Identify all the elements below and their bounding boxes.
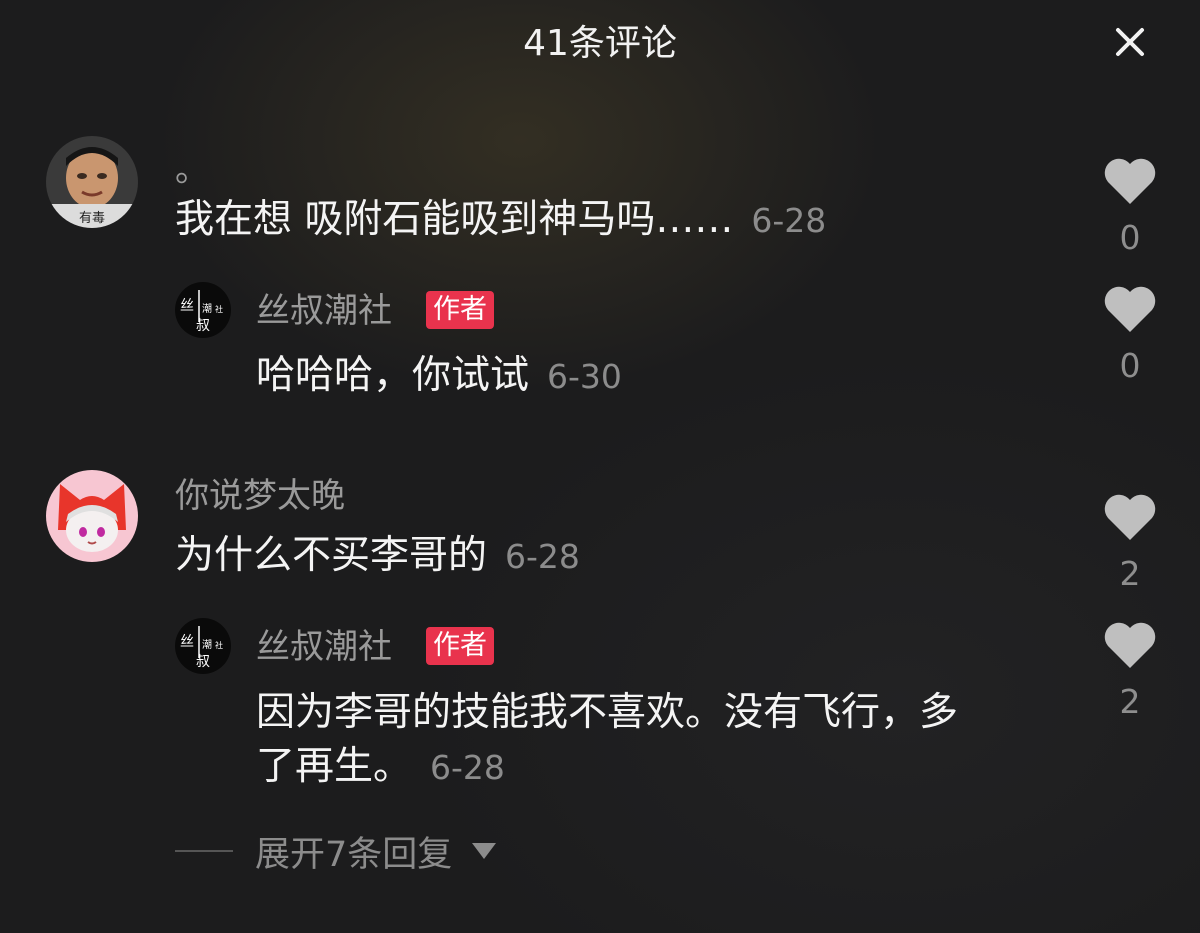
heart-icon — [1104, 158, 1156, 204]
author-badge: 作者 — [426, 627, 494, 665]
svg-text:丝: 丝 — [180, 298, 194, 314]
like-count: 0 — [1119, 218, 1141, 257]
heart-icon — [1104, 286, 1156, 332]
close-button[interactable] — [1108, 20, 1152, 64]
reply-date: 6-30 — [547, 357, 622, 396]
reply-text: 哈哈哈，你试试 6-30 — [256, 350, 622, 403]
avatar-caption: 有毒 — [79, 211, 105, 226]
svg-text:社: 社 — [215, 304, 223, 314]
comment-sheet: 41条评论 有毒 。 我在想 吸附石能吸到神马吗…… 6-28 0 丝 潮 社 … — [0, 0, 1200, 933]
reply-body: 哈哈哈，你试试 — [256, 353, 530, 398]
avatar[interactable] — [46, 470, 138, 562]
reply-text: 因为李哥的技能我不喜欢。没有飞行，多 了再生。 6-28 — [256, 686, 1076, 795]
heart-icon — [1104, 494, 1156, 540]
comment-header: 41条评论 — [0, 0, 1200, 88]
svg-text:叔: 叔 — [196, 654, 210, 670]
heart-icon — [1104, 622, 1156, 668]
reply-body-line-2: 了再生。 — [256, 744, 413, 789]
author-badge: 作者 — [426, 291, 494, 329]
like-button[interactable]: 2 — [1100, 620, 1160, 722]
avatar[interactable]: 有毒 — [46, 136, 138, 228]
comment-username[interactable]: 。 — [175, 148, 209, 192]
like-button[interactable]: 2 — [1100, 492, 1160, 594]
reply-body-line-2-row: 了再生。 6-28 — [256, 740, 1076, 795]
like-count: 0 — [1119, 346, 1141, 385]
close-icon — [1116, 28, 1144, 56]
svg-text:叔: 叔 — [196, 318, 210, 334]
expand-replies-label: 展开7条回复 — [255, 834, 453, 875]
svg-text:丝: 丝 — [180, 634, 194, 650]
reply-body-line-1: 因为李哥的技能我不喜欢。没有飞行，多 — [256, 690, 959, 735]
like-count: 2 — [1119, 554, 1141, 593]
reply-date: 6-28 — [430, 748, 505, 787]
comment-date: 6-28 — [751, 201, 827, 240]
reply-username[interactable]: 丝叔潮社 — [256, 625, 392, 669]
svg-text:潮: 潮 — [202, 302, 212, 315]
comment-username[interactable]: 你说梦太晚 — [175, 474, 345, 518]
comment-date: 6-28 — [505, 537, 580, 576]
expand-replies-button[interactable]: 展开7条回复 — [175, 826, 497, 876]
like-count: 2 — [1119, 682, 1141, 721]
comment-text: 我在想 吸附石能吸到神马吗…… 6-28 — [175, 194, 826, 247]
like-button[interactable]: 0 — [1100, 156, 1160, 258]
divider-line — [175, 850, 233, 852]
chevron-down-icon — [472, 843, 497, 859]
svg-text:社: 社 — [215, 640, 223, 650]
comment-text: 为什么不买李哥的 6-28 — [175, 530, 580, 583]
comment-body: 为什么不买李哥的 — [175, 533, 488, 578]
like-button[interactable]: 0 — [1100, 284, 1160, 386]
comment-count-title: 41条评论 — [523, 23, 677, 64]
author-avatar[interactable]: 丝 潮 社 叔 — [175, 282, 231, 338]
svg-text:潮: 潮 — [202, 638, 212, 651]
comment-body: 我在想 吸附石能吸到神马吗…… — [175, 197, 734, 242]
author-avatar[interactable]: 丝 潮 社 叔 — [175, 618, 231, 674]
reply-username[interactable]: 丝叔潮社 — [256, 289, 392, 333]
